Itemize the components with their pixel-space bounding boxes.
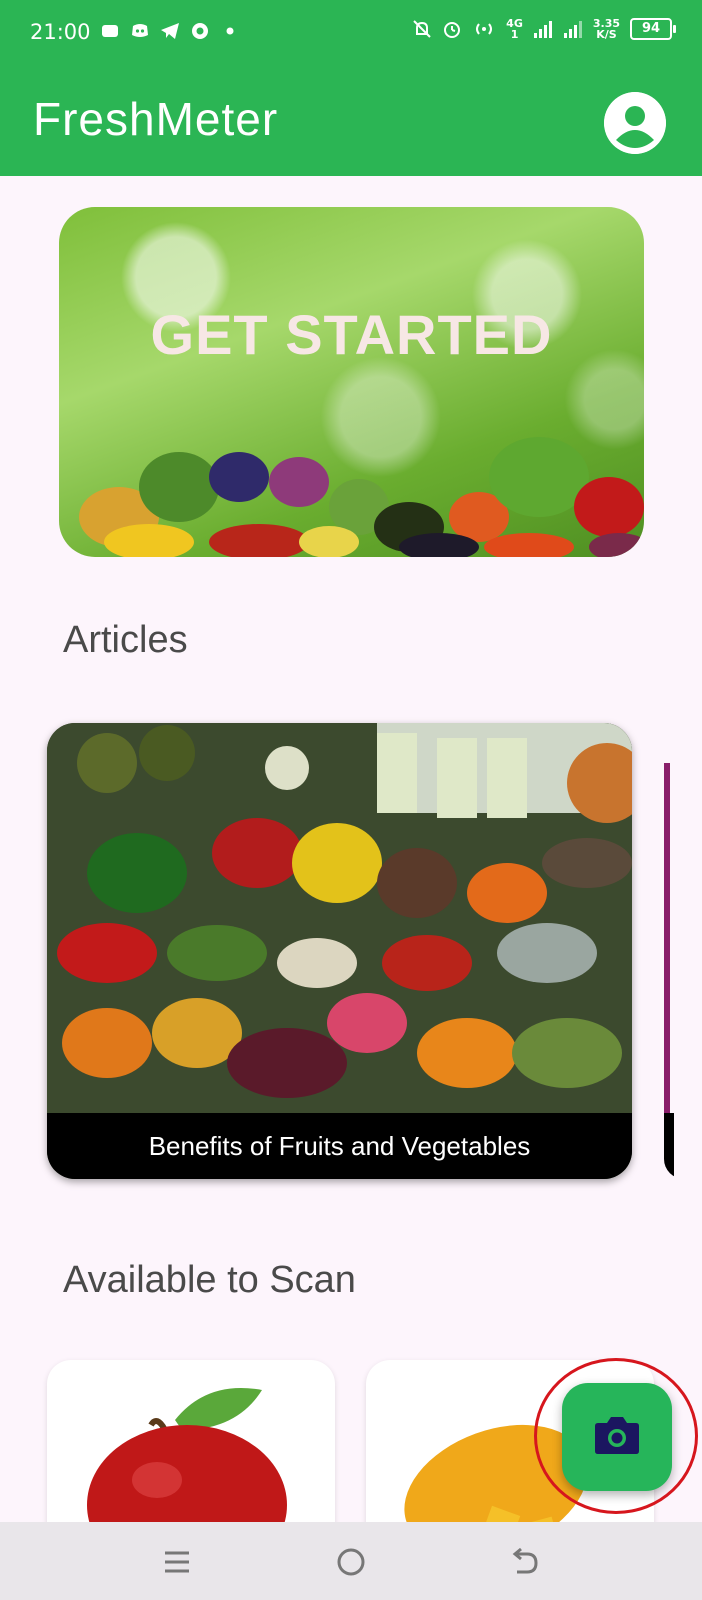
app-title: FreshMeter — [33, 93, 279, 145]
app-bar: FreshMeter — [0, 70, 702, 176]
discord-icon — [132, 24, 148, 37]
banner-title: GET STARTED — [150, 303, 553, 366]
get-started-banner[interactable]: GET STARTED — [59, 207, 644, 557]
market-produce-image — [47, 723, 632, 1113]
highlight-annotation-circle — [534, 1358, 698, 1514]
articles-heading: Articles — [63, 619, 188, 661]
chat-icon — [102, 25, 118, 37]
article-next-edge — [664, 763, 670, 1123]
hotspot-icon — [476, 23, 493, 35]
article-next-caption — [664, 1113, 674, 1179]
network-type: 4G 1 — [506, 17, 523, 41]
profile-button[interactable] — [604, 92, 666, 154]
vegetables-image — [79, 437, 644, 557]
article-card-next[interactable] — [664, 723, 702, 1179]
status-bar: 21:00 4G 1 3.35 K/S 94 — [0, 0, 702, 70]
signal-icon-2 — [563, 21, 582, 38]
location-icon — [192, 23, 208, 39]
dot-icon — [226, 27, 234, 35]
back-icon[interactable] — [503, 1540, 547, 1584]
signal-icon — [533, 21, 552, 38]
battery-indicator: 94 — [630, 18, 676, 40]
home-icon[interactable] — [329, 1540, 373, 1584]
telegram-icon — [161, 23, 179, 39]
network-speed: 3.35 K/S — [592, 17, 620, 41]
alarm-icon — [444, 22, 461, 38]
account-icon — [604, 92, 666, 154]
scan-heading: Available to Scan — [63, 1259, 356, 1301]
article-card[interactable]: Benefits of Fruits and Vegetables — [47, 723, 632, 1179]
notification-icons — [100, 22, 240, 40]
article-caption: Benefits of Fruits and Vegetables — [47, 1113, 632, 1179]
status-time: 21:00 — [30, 20, 91, 44]
mute-icon — [413, 20, 431, 38]
system-nav-bar — [0, 1522, 702, 1600]
menu-icon[interactable] — [155, 1540, 199, 1584]
